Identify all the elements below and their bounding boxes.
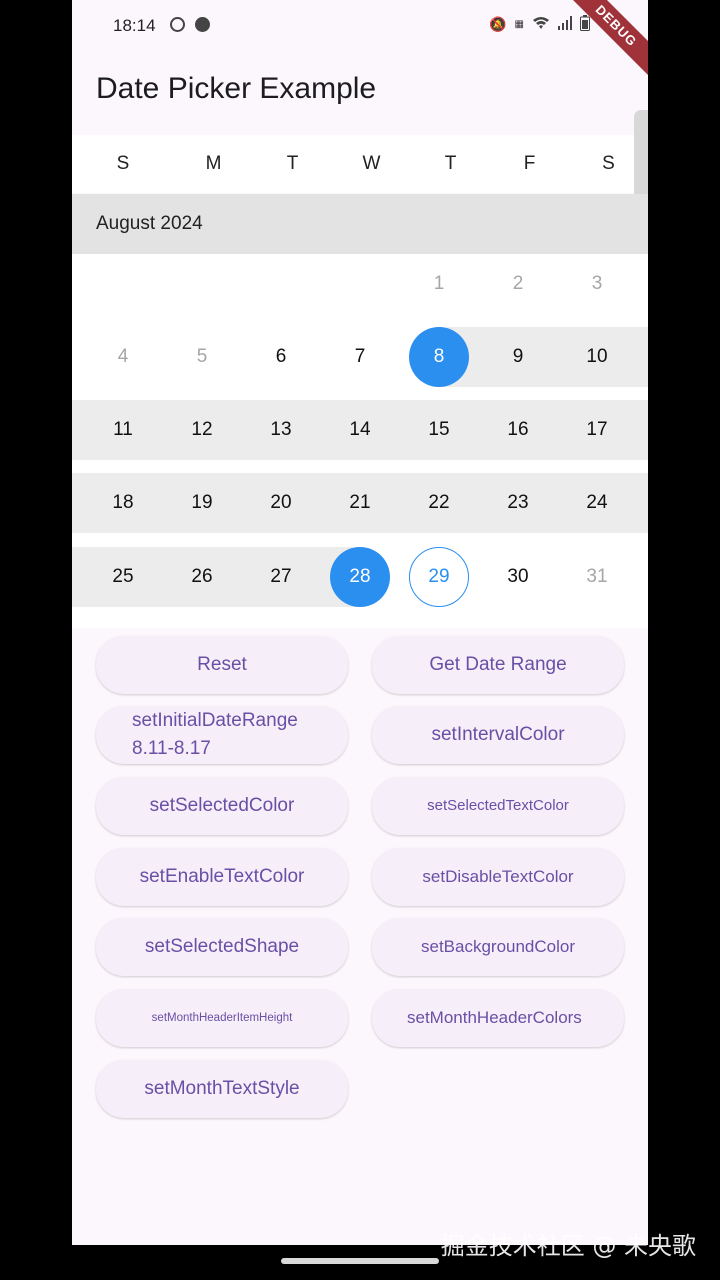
calendar-day[interactable]: 20 — [251, 473, 311, 533]
set-selected-shape-button[interactable]: setSelectedShape — [96, 918, 348, 976]
weekday-label: M — [205, 153, 222, 174]
calendar-day[interactable]: 18 — [93, 473, 153, 533]
status-icons: 🔕 ▦ — [489, 15, 590, 34]
calendar-day-range-start[interactable]: 8 — [409, 327, 469, 387]
weekday-label: F — [523, 153, 536, 174]
calendar-day-today[interactable]: 29 — [409, 547, 469, 607]
month-label: August 2024 — [96, 213, 203, 234]
calendar-day[interactable]: 14 — [330, 400, 390, 460]
set-interval-color-button[interactable]: setIntervalColor — [372, 706, 624, 764]
calendar-day[interactable]: 24 — [567, 473, 627, 533]
calendar-day[interactable]: 9 — [488, 327, 548, 387]
calendar-day[interactable]: 19 — [172, 473, 232, 533]
calendar-day[interactable]: 22 — [409, 473, 469, 533]
calendar-day: 3 — [591, 273, 603, 294]
calendar-day[interactable]: 21 — [330, 473, 390, 533]
battery-icon — [580, 15, 590, 34]
set-enable-text-color-button[interactable]: setEnableTextColor — [96, 848, 348, 906]
calendar-day[interactable]: 7 — [330, 327, 390, 387]
calendar-day[interactable]: 13 — [251, 400, 311, 460]
signal-icon — [558, 16, 572, 33]
facebook-icon — [195, 17, 210, 32]
week-row: 1 2 3 — [72, 254, 648, 314]
calendar-day[interactable]: 23 — [488, 473, 548, 533]
month-header: August 2024 — [72, 194, 648, 254]
set-initial-date-range-button[interactable]: setInitialDateRange 8.11-8.17 — [96, 706, 348, 764]
calendar-day[interactable]: 26 — [172, 547, 232, 607]
weekday-label: T — [444, 153, 457, 174]
calendar-day[interactable]: 11 — [93, 400, 153, 460]
volte-icon: ▦ — [514, 18, 524, 30]
calendar-day[interactable]: 10 — [567, 327, 627, 387]
status-bar: 18:14 🔕 ▦ DEBUG — [72, 0, 648, 84]
calendar-day-range-end[interactable]: 28 — [330, 547, 390, 607]
calendar-day: 1 — [433, 273, 445, 294]
calendar-day[interactable]: 12 — [172, 400, 232, 460]
week-row: 25 26 27 28 29 30 31 — [72, 547, 648, 607]
phone-screen: 18:14 🔕 ▦ DEBUG Date Picker Example S M … — [72, 0, 648, 1245]
calendar-day: 5 — [196, 346, 208, 367]
calendar-day[interactable]: 6 — [251, 327, 311, 387]
week-row: 4 5 6 7 8 9 10 — [72, 327, 648, 387]
status-time: 18:14 — [113, 16, 156, 35]
calendar-day[interactable]: 16 — [488, 400, 548, 460]
calendar-day[interactable]: 30 — [488, 547, 548, 607]
alarm-icon — [170, 17, 185, 32]
debug-banner: DEBUG — [558, 0, 648, 84]
calendar-day: 2 — [512, 273, 524, 294]
weekday-header: S M T W T F S — [72, 135, 648, 193]
calendar-grid: 1 2 3 4 5 6 7 8 9 10 11 12 13 14 15 16 1… — [72, 254, 648, 628]
get-date-range-button[interactable]: Get Date Range — [372, 636, 624, 694]
calendar-day: 4 — [117, 346, 129, 367]
set-disable-text-color-button[interactable]: setDisableTextColor — [372, 848, 624, 906]
calendar-day[interactable]: 25 — [93, 547, 153, 607]
set-selected-color-button[interactable]: setSelectedColor — [96, 777, 348, 835]
calendar-day: 31 — [586, 566, 608, 587]
watermark: 掘金技术社区 @ 未央歌 — [440, 1232, 696, 1260]
calendar-day[interactable]: 27 — [251, 547, 311, 607]
weekday-label: S — [116, 153, 130, 174]
week-row: 11 12 13 14 15 16 17 — [72, 400, 648, 460]
calendar-day[interactable]: 15 — [409, 400, 469, 460]
page-title: Date Picker Example — [96, 72, 377, 105]
set-month-header-colors-button[interactable]: setMonthHeaderColors — [372, 989, 624, 1047]
weekday-label: W — [362, 153, 381, 174]
wifi-icon — [532, 16, 550, 33]
weekday-label: T — [286, 153, 299, 174]
set-selected-text-color-button[interactable]: setSelectedTextColor — [372, 777, 624, 835]
mute-icon: 🔕 — [489, 16, 507, 32]
set-month-text-style-button[interactable]: setMonthTextStyle — [96, 1060, 348, 1118]
week-row: 18 19 20 21 22 23 24 — [72, 473, 648, 533]
set-background-color-button[interactable]: setBackgroundColor — [372, 918, 624, 976]
reset-button[interactable]: Reset — [96, 636, 348, 694]
calendar-day[interactable]: 17 — [567, 400, 627, 460]
set-month-header-item-height-button[interactable]: setMonthHeaderItemHeight — [96, 989, 348, 1047]
home-indicator[interactable] — [281, 1258, 439, 1264]
